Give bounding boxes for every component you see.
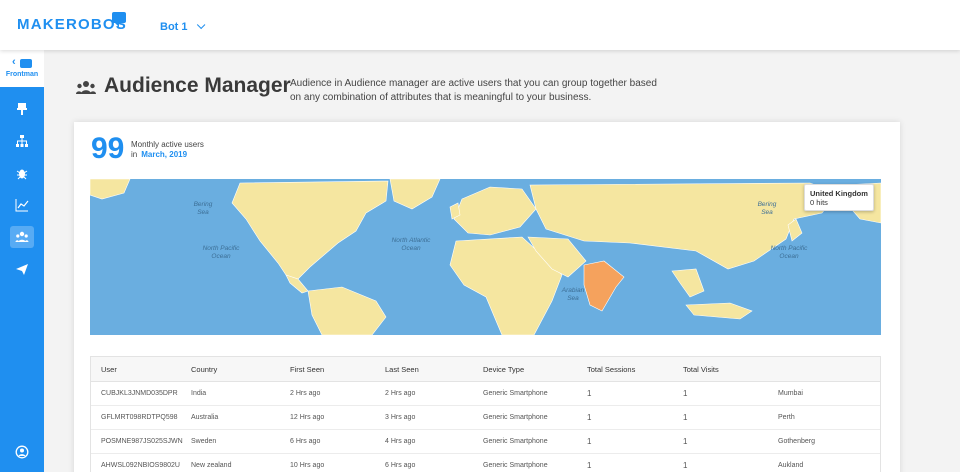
bot-avatar-icon: [20, 59, 32, 68]
cell-total-sessions: 1: [587, 437, 592, 446]
sitemap-icon: [16, 135, 28, 147]
user-account-icon: [15, 445, 29, 459]
column-header-country[interactable]: Country: [191, 365, 290, 374]
period-selector[interactable]: March, 2019: [141, 150, 187, 159]
world-map[interactable]: North Pacific Ocean North Atlantic Ocean…: [90, 179, 881, 335]
period-line: in March, 2019: [131, 150, 187, 159]
cell-first-seen: 12 Hrs ago: [290, 414, 325, 421]
cell-user: CUBJKL3JNMD035DPR: [101, 390, 178, 397]
north-pacific-right-label: North Pacific Ocean: [770, 245, 808, 260]
sidebar-item-flow[interactable]: [10, 130, 34, 152]
column-header-user[interactable]: User: [91, 365, 191, 374]
bug-icon: [16, 169, 28, 180]
monthly-active-users-label: Monthly active users: [131, 140, 204, 149]
bot-selector-label: Bot 1: [160, 21, 188, 33]
cell-country: New zealand: [191, 462, 232, 469]
cell-country: Sweden: [191, 438, 217, 445]
column-header-total-visits[interactable]: Total Visits: [683, 365, 778, 374]
sidebar-item-audience[interactable]: [10, 226, 34, 248]
north-atlantic-label: North Atlantic Ocean: [391, 237, 431, 252]
cell-last-seen: 3 Hrs ago: [385, 414, 416, 421]
cell-country: India: [191, 390, 207, 397]
map-tooltip: United Kingdom 0 hits: [804, 184, 874, 211]
sidebar-item-design[interactable]: [10, 98, 34, 120]
column-header-first-seen[interactable]: First Seen: [290, 365, 385, 374]
makerobos-logo[interactable]: MAKEROBOS: [17, 16, 127, 33]
cell-city: Mumbai: [778, 390, 803, 397]
chat-bubble-icon: [112, 12, 126, 27]
monthly-active-users-count: 99: [91, 132, 125, 165]
cell-last-seen: 2 Hrs ago: [385, 390, 416, 397]
cell-total-sessions: 1: [587, 461, 592, 470]
cell-total-sessions: 1: [587, 413, 592, 422]
tooltip-country: United Kingdom: [810, 189, 868, 198]
cell-device-type: Generic Smartphone: [483, 462, 548, 469]
send-icon: [16, 264, 28, 275]
bot-selector-dropdown[interactable]: Bot 1: [160, 20, 205, 33]
users-table: User Country First Seen Last Seen Device…: [90, 356, 881, 472]
sidebar-item-broadcast[interactable]: [10, 258, 34, 280]
sidebar-item-debug[interactable]: [10, 162, 34, 184]
cell-country: Australia: [191, 414, 219, 421]
cell-total-visits: 1: [683, 413, 688, 422]
cell-total-sessions: 1: [587, 389, 592, 398]
line-chart-icon: [15, 199, 29, 212]
cell-device-type: Generic Smartphone: [483, 438, 548, 445]
audience-title-icon: [76, 81, 96, 94]
column-header-last-seen[interactable]: Last Seen: [385, 365, 483, 374]
cell-last-seen: 4 Hrs ago: [385, 438, 416, 445]
cell-device-type: Generic Smartphone: [483, 390, 548, 397]
cell-city: Perth: [778, 414, 795, 421]
cell-first-seen: 10 Hrs ago: [290, 462, 325, 469]
cell-user: POSMNE987JS025SJWN: [101, 438, 183, 445]
audience-card: 99 Monthly active users in March, 2019 N…: [74, 122, 900, 472]
table-row[interactable]: CUBJKL3JNMD035DPR India 2 Hrs ago 2 Hrs …: [91, 382, 880, 406]
cell-total-visits: 1: [683, 389, 688, 398]
table-row[interactable]: GFLMRT098RDTPQ598 Australia 12 Hrs ago 3…: [91, 406, 880, 430]
page-description: Audience in Audience manager are active …: [290, 78, 657, 103]
arabian-sea-label: Arabian Sea: [561, 287, 585, 302]
north-pacific-left-label: North Pacific Ocean: [202, 245, 240, 260]
bering-sea-right-label: Bering Sea: [757, 201, 777, 216]
tooltip-hits: 0 hits: [810, 198, 828, 207]
top-bar: MAKEROBOS Bot 1: [0, 0, 960, 50]
bering-sea-left-label: Bering Sea: [193, 201, 213, 216]
bot-name-label: Frontman: [5, 71, 39, 78]
cell-city: Gothenberg: [778, 438, 815, 445]
cell-last-seen: 6 Hrs ago: [385, 462, 416, 469]
page-title: Audience Manager: [104, 74, 291, 97]
sidebar-item-analytics[interactable]: [10, 194, 34, 216]
table-header-row: User Country First Seen Last Seen Device…: [91, 357, 880, 382]
cell-city: Aukland: [778, 462, 804, 469]
table-row[interactable]: POSMNE987JS025SJWN Sweden 6 Hrs ago 4 Hr…: [91, 430, 880, 454]
cell-total-visits: 1: [683, 461, 688, 470]
cell-user: GFLMRT098RDTPQ598: [101, 414, 178, 421]
cell-first-seen: 6 Hrs ago: [290, 438, 321, 445]
column-header-total-sessions[interactable]: Total Sessions: [587, 365, 683, 374]
chevron-left-icon: ‹: [12, 56, 16, 68]
cell-first-seen: 2 Hrs ago: [290, 390, 321, 397]
brush-icon: [17, 103, 27, 115]
column-header-device-type[interactable]: Device Type: [483, 365, 587, 374]
period-in-label: in: [131, 150, 138, 159]
sidebar-item-account[interactable]: [10, 441, 34, 463]
cell-user: AHWSL092NBIOS9802U: [101, 462, 180, 469]
cell-device-type: Generic Smartphone: [483, 414, 548, 421]
sidebar: ‹ Frontman: [0, 50, 44, 472]
cell-total-visits: 1: [683, 437, 688, 446]
sidebar-back-button[interactable]: ‹ Frontman: [0, 50, 44, 87]
chevron-down-icon: [196, 20, 205, 30]
table-row[interactable]: AHWSL092NBIOS9802U New zealand 10 Hrs ag…: [91, 454, 880, 472]
audience-icon: [15, 231, 29, 242]
